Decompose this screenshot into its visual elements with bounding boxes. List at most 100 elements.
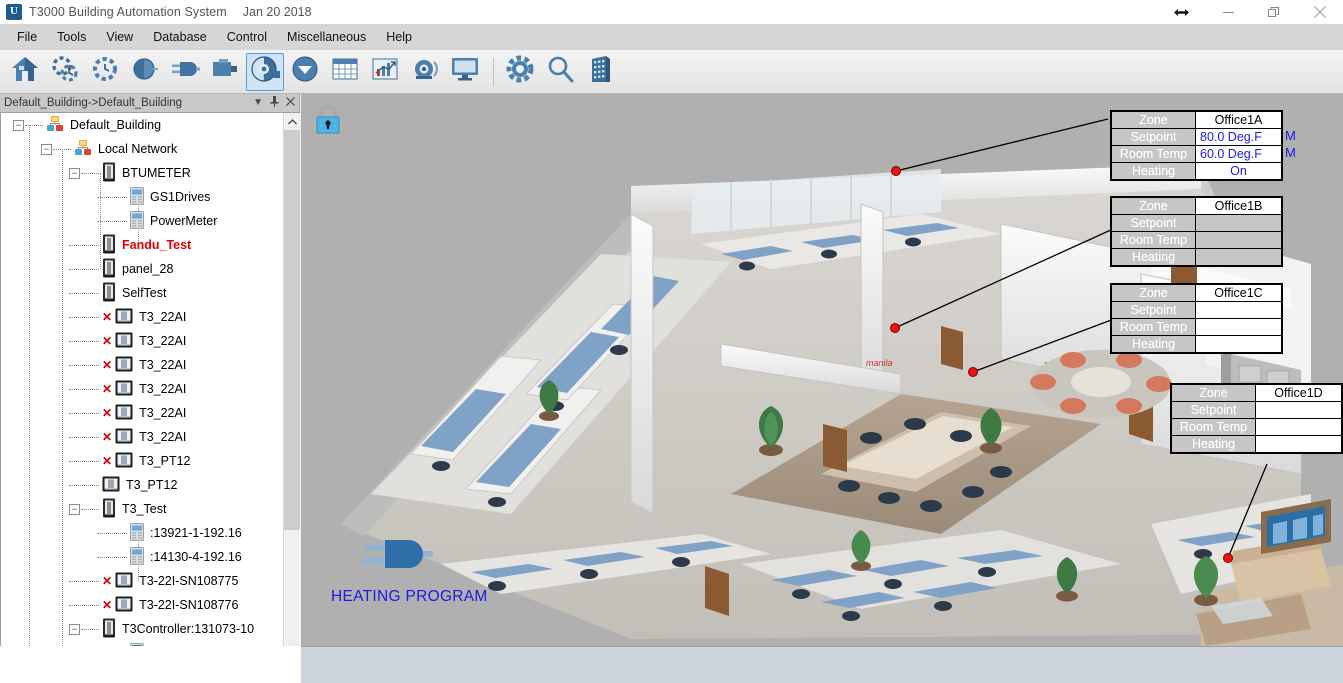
graphic-viewport[interactable]: manila HEATING PROGRAM Zone Office1A Set…: [301, 94, 1343, 683]
roomtemp-value-1c[interactable]: [1195, 318, 1282, 336]
zone-table-office1d[interactable]: Zone Office1D Setpoint Room Temp Heating: [1170, 383, 1343, 454]
roomtemp-value-1d[interactable]: [1255, 418, 1342, 436]
heating-value-1a[interactable]: On: [1195, 162, 1282, 180]
scrollbar-thumb[interactable]: [284, 130, 300, 530]
toolbar-settings-button[interactable]: [501, 53, 539, 91]
menu-item-miscellaneous[interactable]: Miscellaneous: [278, 27, 375, 47]
thermostat-icon: [130, 522, 144, 544]
setpoint-value-1a[interactable]: 80.0 Deg.F: [1195, 128, 1282, 146]
heating-program-block[interactable]: HEATING PROGRAM: [331, 534, 561, 606]
toolbar-alarm-button[interactable]: [406, 53, 444, 91]
tree-expander-toggle[interactable]: −: [69, 623, 80, 635]
chevron-down-icon[interactable]: ▼: [253, 98, 263, 108]
menu-item-control[interactable]: Control: [218, 27, 276, 47]
tree-item-t3-22ai[interactable]: ✕ T3_22AI: [1, 377, 284, 401]
restore-button[interactable]: [1251, 0, 1297, 24]
tree-expander-toggle[interactable]: −: [13, 119, 24, 131]
tree-item-powermeter[interactable]: PowerMeter: [1, 209, 284, 233]
zone-table-office1b[interactable]: Zone Office1B Setpoint Room Temp Heating: [1110, 196, 1283, 267]
tree-item-t3-22ai[interactable]: ✕ T3_22AI: [1, 305, 284, 329]
close-icon[interactable]: [286, 97, 295, 109]
roomtemp-label-1d: Room Temp: [1171, 418, 1256, 436]
chevron-down-circle-icon: [291, 55, 319, 88]
toolbar-collapse-button[interactable]: [286, 53, 324, 91]
tree-connector: [69, 268, 99, 270]
tree-connector: [97, 556, 127, 558]
zone-marker-1d[interactable]: [1223, 553, 1233, 563]
tree-item-t3-22i-sn108775[interactable]: ✕ T3-22I-SN108775: [1, 569, 284, 593]
clock-gear-icon: [91, 55, 119, 88]
offline-x-icon: ✕: [102, 598, 113, 612]
tree-item-btumeter[interactable]: − BTUMETER: [1, 161, 284, 185]
menu-item-file[interactable]: File: [8, 27, 46, 47]
heating-value-1b[interactable]: [1195, 248, 1282, 266]
floorplan-canvas[interactable]: manila HEATING PROGRAM Zone Office1A Set…: [301, 94, 1343, 646]
module-icon: [115, 595, 133, 616]
minimize-button[interactable]: [1205, 0, 1251, 24]
heating-value-1c[interactable]: [1195, 335, 1282, 353]
tree-panel: Default_Building->Default_Building ▼ − D…: [0, 94, 300, 683]
toolbar-calendar-button[interactable]: [326, 53, 364, 91]
tree-item-t3-22ai[interactable]: ✕ T3_22AI: [1, 353, 284, 377]
tree-expander-toggle[interactable]: −: [69, 167, 80, 179]
setpoint-value-1b[interactable]: [1195, 214, 1282, 232]
toolbar: [0, 50, 1343, 94]
tree-item-t3controller-131073-10[interactable]: − T3Controller:131073-10: [1, 617, 284, 641]
tree-item-13921-1-192-16[interactable]: :13921-1-192.16: [1, 521, 284, 545]
menu-item-view[interactable]: View: [97, 27, 142, 47]
menu-item-tools[interactable]: Tools: [48, 27, 95, 47]
tree-item-14130-4-192-16[interactable]: :14130-4-192.16: [1, 545, 284, 569]
pin-icon[interactable]: [270, 96, 279, 110]
tree-connector: [81, 508, 99, 510]
tree-item-gs1drives[interactable]: GS1Drives: [1, 185, 284, 209]
tree-item-panel-28[interactable]: panel_28: [1, 257, 284, 281]
setpoint-value-1d[interactable]: [1255, 401, 1342, 419]
tree-scrollbar[interactable]: [283, 113, 300, 683]
zone-table-office1a[interactable]: Zone Office1A Setpoint 80.0 Deg.F Room T…: [1110, 110, 1283, 181]
tree-item-t3-pt12[interactable]: T3_PT12: [1, 473, 284, 497]
zone-marker-1a[interactable]: [891, 166, 901, 176]
zone-marker-1c[interactable]: [968, 367, 978, 377]
module-icon: [115, 307, 133, 328]
menu-item-help[interactable]: Help: [377, 27, 421, 47]
heating-value-1d[interactable]: [1255, 435, 1342, 453]
close-button[interactable]: [1297, 0, 1343, 24]
tree-item-t3-22ai[interactable]: ✕ T3_22AI: [1, 425, 284, 449]
tree-item-t3-pt12[interactable]: ✕ T3_PT12: [1, 449, 284, 473]
tree-item-local-network[interactable]: − Local Network: [1, 137, 284, 161]
roomtemp-value-1a[interactable]: 60.0 Deg.F: [1195, 145, 1282, 163]
toolbar-blower-button[interactable]: [246, 52, 284, 91]
zone-marker-1b[interactable]: [890, 323, 900, 333]
toolbar-building-button[interactable]: [581, 53, 619, 91]
toolbar-trend-button[interactable]: [366, 53, 404, 91]
tree-item-fandu-test[interactable]: Fandu_Test: [1, 233, 284, 257]
setpoint-value-1c[interactable]: [1195, 301, 1282, 319]
table-row: Room Temp: [1171, 418, 1342, 436]
lock-icon[interactable]: [313, 102, 343, 136]
roomtemp-value-1b[interactable]: [1195, 231, 1282, 249]
toolbar-clock-button[interactable]: [86, 53, 124, 91]
tree-expander-toggle[interactable]: −: [69, 503, 80, 515]
tree-item-selftest[interactable]: SelfTest: [1, 281, 284, 305]
zone-table-office1c[interactable]: Zone Office1C Setpoint Room Temp Heating: [1110, 283, 1283, 354]
toolbar-schedule-button[interactable]: [46, 53, 84, 91]
toolbar-plug-button[interactable]: [166, 53, 204, 91]
toolbar-folder-button[interactable]: [206, 53, 244, 91]
tree-item-t3-22ai[interactable]: ✕ T3_22AI: [1, 401, 284, 425]
tree-connector: [69, 412, 99, 414]
zone-label-1d: Zone: [1171, 384, 1256, 402]
tree-item-default-building[interactable]: − Default_Building: [1, 113, 284, 137]
toolbar-home-button[interactable]: [6, 53, 44, 91]
roomtemp-label-1c: Room Temp: [1111, 318, 1196, 336]
tree-item-t3-22i-sn108776[interactable]: ✕ T3-22I-SN108776: [1, 593, 284, 617]
scrollbar-up-arrow[interactable]: [284, 113, 300, 130]
toolbar-dial-button[interactable]: [126, 53, 164, 91]
menu-item-database[interactable]: Database: [144, 27, 216, 47]
tree-expander-toggle[interactable]: −: [41, 143, 52, 155]
tree-item-t3-22ai[interactable]: ✕ T3_22AI: [1, 329, 284, 353]
tree-item-label: Default_Building: [70, 118, 162, 132]
tree-item-t3-test[interactable]: − T3_Test: [1, 497, 284, 521]
toolbar-monitor-button[interactable]: [446, 53, 484, 91]
tree-list[interactable]: − Default_Building − Local Network − BTUMETER…: [1, 113, 284, 683]
toolbar-search-button[interactable]: [541, 53, 579, 91]
